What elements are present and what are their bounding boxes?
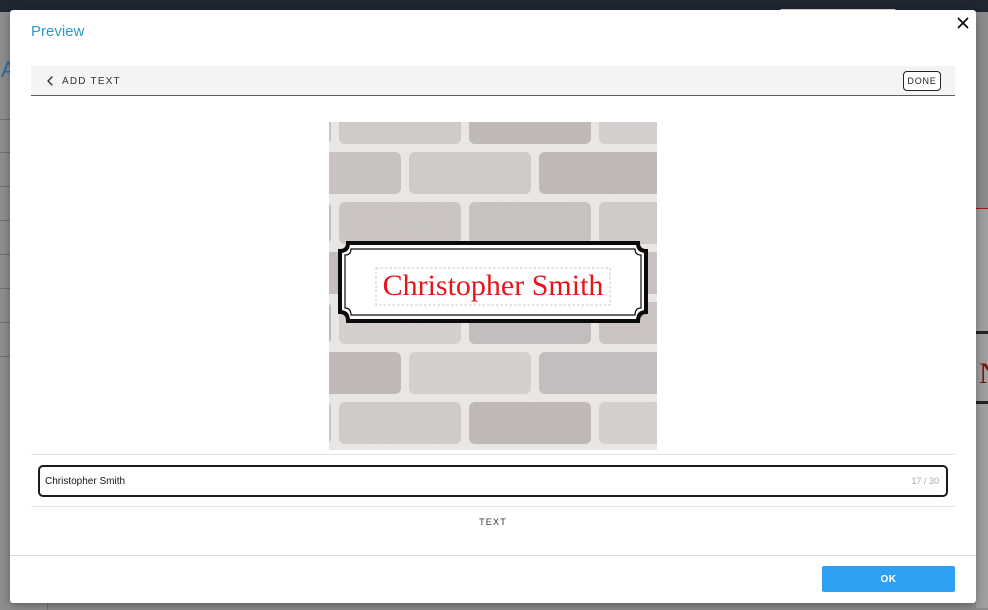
close-icon	[957, 17, 969, 29]
character-count: 17 / 30	[911, 476, 939, 486]
brick	[469, 202, 591, 244]
modal-title: Preview	[31, 23, 85, 40]
product-preview: Christopher Smith	[329, 122, 657, 450]
brick	[469, 122, 591, 144]
background-right-preview: N	[976, 208, 988, 608]
done-button[interactable]: DONE	[903, 71, 941, 91]
brick	[339, 202, 461, 244]
brick	[599, 122, 657, 144]
divider	[31, 454, 955, 455]
editor-subbar: ADD TEXT DONE	[31, 66, 955, 96]
back-button[interactable]: ADD TEXT	[47, 74, 121, 88]
brick	[599, 402, 657, 444]
divider	[31, 506, 955, 507]
brick	[339, 122, 461, 144]
footer-divider	[10, 555, 976, 556]
product-preview-image: Christopher Smith	[329, 122, 657, 450]
sign-text: Christopher Smith	[383, 269, 604, 302]
chevron-left-icon	[47, 76, 53, 86]
close-button[interactable]	[954, 14, 972, 32]
brick	[539, 152, 657, 194]
tab-text[interactable]: TEXT	[31, 517, 955, 527]
brick	[329, 152, 401, 194]
brick	[469, 402, 591, 444]
preview-modal: Preview ADD TEXT DONE Christopher Smith …	[10, 10, 976, 603]
background-sign-border	[976, 331, 988, 334]
brick	[339, 402, 461, 444]
street-sign: Christopher Smith	[338, 241, 648, 323]
background-sign-border	[976, 401, 988, 404]
brick	[329, 352, 401, 394]
brick	[329, 303, 331, 343]
background-sign-letter: N	[979, 357, 988, 391]
brick	[409, 152, 531, 194]
brick	[329, 203, 331, 243]
text-input[interactable]	[45, 472, 885, 490]
brick	[409, 352, 531, 394]
brick	[329, 403, 331, 443]
text-input-field[interactable]: 17 / 30	[38, 465, 948, 497]
brick	[539, 352, 657, 394]
back-button-label: ADD TEXT	[62, 75, 121, 87]
brick	[599, 202, 657, 244]
ok-button[interactable]: OK	[822, 566, 955, 592]
